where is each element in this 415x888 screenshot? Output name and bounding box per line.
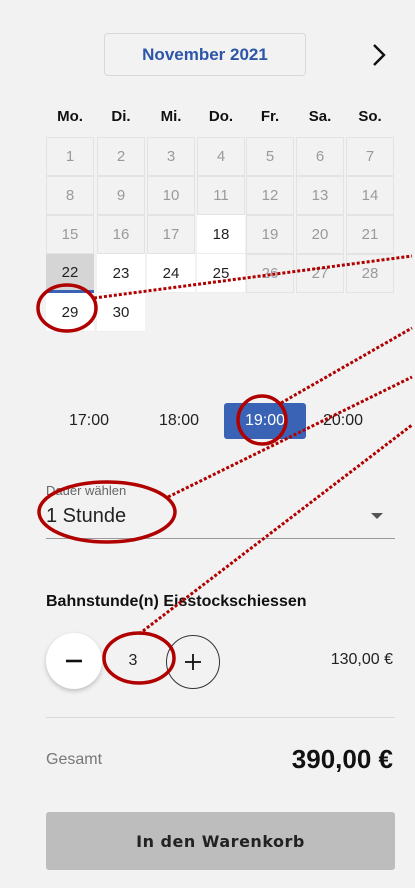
calendar-day: 5 [246, 137, 294, 176]
calendar-day: 3 [147, 137, 195, 176]
calendar-day: 6 [296, 137, 344, 176]
chevron-right-icon[interactable] [366, 42, 392, 68]
calendar-day[interactable]: 30 [97, 293, 145, 332]
calendar-day: 19 [246, 215, 294, 254]
time-slot[interactable]: 19:00 [224, 403, 306, 439]
calendar-day: 16 [97, 215, 145, 254]
month-selector[interactable]: November 2021 [104, 33, 306, 76]
time-slot[interactable]: 17:00 [62, 403, 116, 439]
calendar-day[interactable]: 18 [197, 215, 245, 254]
total-value: 390,00 € [291, 744, 393, 774]
minus-icon [66, 659, 82, 663]
time-slot[interactable]: 18:00 [152, 403, 206, 439]
calendar-day: 9 [97, 176, 145, 215]
calendar-day: 27 [296, 254, 344, 293]
calendar-day: 14 [346, 176, 394, 215]
weekday-header: Fr. [260, 108, 280, 125]
calendar-day: 17 [147, 215, 195, 254]
product-title: Bahnstunde(n) Eisstockschiessen [46, 593, 307, 610]
calendar-day: 10 [147, 176, 195, 215]
calendar-day: 15 [46, 215, 94, 254]
increase-quantity-button[interactable] [166, 635, 220, 689]
time-slot[interactable]: 20:00 [316, 403, 370, 439]
calendar-day: 2 [97, 137, 145, 176]
calendar-day: 11 [197, 176, 245, 215]
calendar-day: 8 [46, 176, 94, 215]
calendar-day[interactable]: 24 [147, 254, 195, 293]
duration-label: Dauer wählen [46, 483, 127, 498]
weekday-header: Mi. [160, 108, 182, 125]
calendar-day: 28 [346, 254, 394, 293]
calendar-day[interactable]: 22 [46, 254, 94, 293]
divider [46, 717, 395, 718]
weekday-header: Di. [111, 108, 131, 125]
add-to-cart-button[interactable]: In den Warenkorb [46, 812, 395, 870]
calendar-day: 4 [197, 137, 245, 176]
dropdown-arrow-icon[interactable] [371, 513, 383, 519]
weekday-header: Mo. [57, 108, 83, 125]
calendar-day: 20 [296, 215, 344, 254]
calendar-day: 13 [296, 176, 344, 215]
plus-icon [185, 654, 201, 670]
calendar-day: 21 [346, 215, 394, 254]
calendar-day[interactable]: 23 [97, 254, 145, 293]
annotation-line-time [280, 326, 413, 405]
calendar-day[interactable]: 29 [46, 293, 94, 332]
weekday-header: Do. [208, 108, 234, 125]
total-label: Gesamt [46, 751, 103, 768]
duration-underline [46, 538, 395, 539]
calendar-day[interactable]: 25 [197, 254, 245, 293]
calendar-day: 12 [246, 176, 294, 215]
weekday-header: Sa. [308, 108, 332, 125]
calendar-day: 1 [46, 137, 94, 176]
decrease-quantity-button[interactable] [46, 633, 102, 689]
quantity-value: 3 [128, 652, 138, 669]
calendar-day: 26 [246, 254, 294, 293]
calendar-day: 7 [346, 137, 394, 176]
weekday-header: So. [358, 108, 382, 125]
unit-price: 130,00 € [330, 651, 393, 668]
duration-value[interactable]: 1 Stunde [46, 505, 126, 528]
